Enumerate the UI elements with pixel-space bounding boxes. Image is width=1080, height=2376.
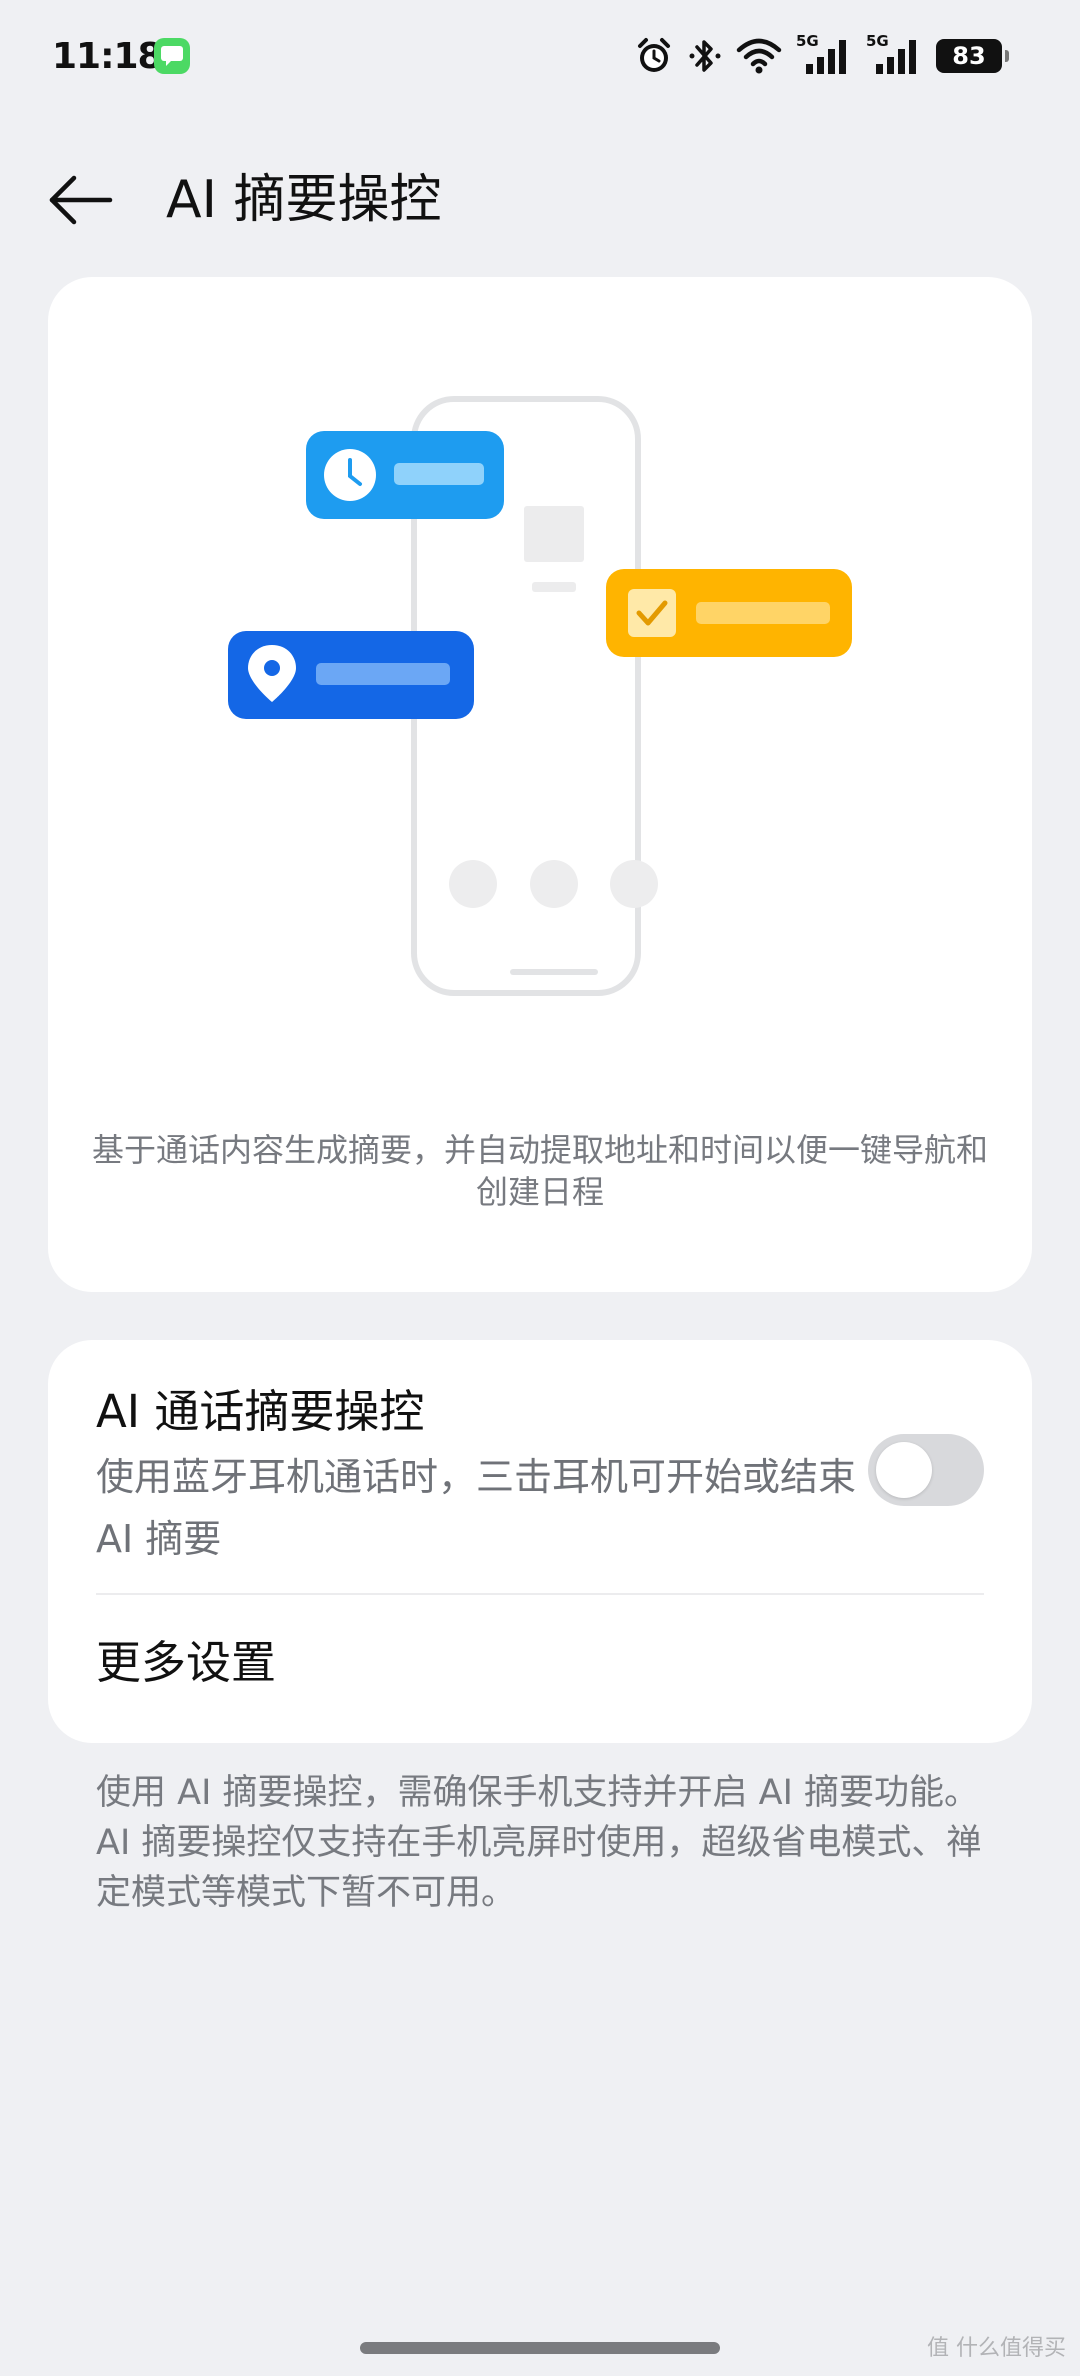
time-card <box>306 431 504 519</box>
battery-indicator: 83 <box>936 39 1009 73</box>
more-settings-label: 更多设置 <box>96 1636 277 1689</box>
ai-call-summary-title: AI 通话摘要操控 <box>96 1385 425 1438</box>
watermark: 值 什么值得买 <box>927 2336 1066 2361</box>
feature-illustration-card: 基于通话内容生成摘要，并自动提取地址和时间以便一键导航和创建日程 <box>48 277 1032 1292</box>
ai-call-summary-toggle[interactable] <box>868 1434 984 1506</box>
alarm-icon <box>638 38 670 72</box>
signal-bars-icon <box>806 40 846 74</box>
feature-description: 基于通话内容生成摘要，并自动提取地址和时间以便一键导航和创建日程 <box>91 1131 988 1211</box>
signal-bars-icon <box>876 40 916 74</box>
location-card <box>228 631 474 719</box>
schedule-card <box>606 569 852 657</box>
toggle-knob <box>876 1442 932 1498</box>
phone-summary-illustration <box>228 396 852 996</box>
page-title: AI 摘要操控 <box>166 170 442 230</box>
status-time: 11:18 <box>52 36 163 77</box>
page-header: AI 摘要操控 <box>0 150 1080 250</box>
wifi-icon <box>736 38 782 74</box>
settings-card: AI 通话摘要操控 使用蓝牙耳机通话时，三击耳机可开始或结束 AI 摘要 更多设… <box>48 1340 1032 1743</box>
home-indicator[interactable] <box>360 2342 720 2354</box>
back-arrow-icon <box>49 175 113 225</box>
ai-call-summary-subtitle: 使用蓝牙耳机通话时，三击耳机可开始或结束 AI 摘要 <box>96 1455 857 1561</box>
signal-5g-sim1: 5G <box>796 32 852 76</box>
status-bar: 11:18 5G 5G 83 <box>0 0 1080 118</box>
more-settings-row[interactable]: 更多设置 <box>48 1595 1032 1743</box>
bluetooth-icon <box>689 40 721 72</box>
ai-call-summary-row[interactable]: AI 通话摘要操控 使用蓝牙耳机通话时，三击耳机可开始或结束 AI 摘要 <box>48 1340 1032 1593</box>
footnote-text: 使用 AI 摘要操控，需确保手机支持并开启 AI 摘要功能。AI 摘要操控仅支持… <box>96 1773 982 1913</box>
back-button[interactable] <box>44 170 124 230</box>
status-icons: 5G 5G 83 <box>634 32 1009 78</box>
messages-notification-icon <box>154 38 190 74</box>
signal-5g-sim2: 5G <box>866 32 922 76</box>
